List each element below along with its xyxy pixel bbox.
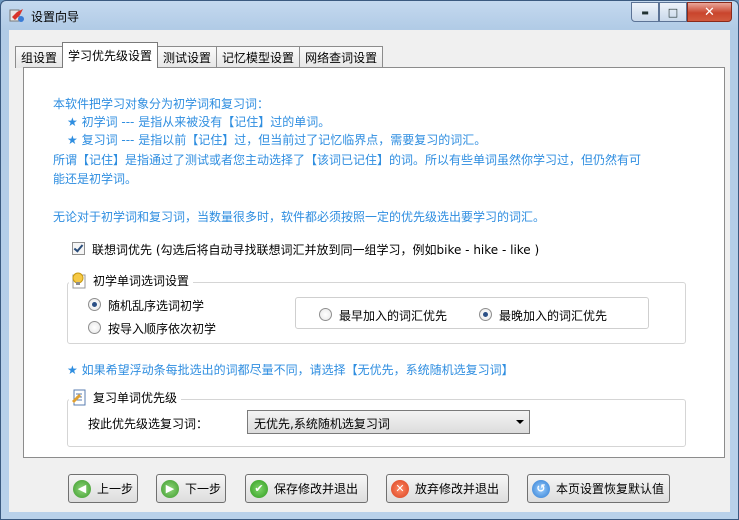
review-hint-text: ★ 如果希望浮动条每批选出的词都尽量不同，请选择【无优先，系统随机选复习词】 (67, 363, 514, 377)
tab-label: 网络查词设置 (305, 51, 378, 65)
intro-line: 能还是初学词。 (53, 172, 138, 186)
tab-memory-model[interactable]: 记忆模型设置 (216, 46, 301, 68)
tab-label: 测试设置 (163, 51, 212, 65)
discard-exit-button[interactable]: ✕ 放弃修改并退出 (386, 474, 509, 503)
new-word-group-header: 初学单词选词设置 (69, 272, 194, 289)
minimize-button[interactable]: ▬ (631, 2, 659, 22)
assoc-priority-label[interactable]: 联想词优先 (勾选后将自动寻找联想词汇并放到同一组学习，例如bike - hik… (92, 241, 539, 258)
review-priority-value: 无优先,系统随机选复习词 (254, 417, 390, 431)
review-word-group-header: 复习单词优先级 (69, 389, 182, 406)
tab-strip: 组设置 学习优先级设置 测试设置 记忆模型设置 网络查词设置 (15, 42, 384, 68)
intro-line: 无论对于初学词和复习词，当数量很多时，软件都必须按照一定的优先级选出要学习的词汇… (53, 210, 546, 224)
prev-button[interactable]: ◀ 上一步 (68, 474, 138, 503)
discard-exit-label: 放弃修改并退出 (415, 482, 500, 496)
maximize-button[interactable]: □ (659, 2, 687, 22)
random-order-radio[interactable] (88, 298, 101, 311)
review-word-group-title: 复习单词优先级 (93, 391, 178, 405)
reset-default-button[interactable]: ↺ 本页设置恢复默认值 (527, 474, 670, 503)
save-exit-label: 保存修改并退出 (274, 482, 359, 496)
check-icon: ✔ (250, 479, 268, 498)
earliest-added-label[interactable]: 最早加入的词汇优先 (339, 307, 447, 324)
import-order-label[interactable]: 按导入顺序依次初学 (108, 320, 216, 337)
random-order-label[interactable]: 随机乱序选词初学 (108, 297, 204, 314)
tab-label: 组设置 (21, 51, 58, 65)
maximize-icon: □ (667, 5, 679, 19)
title-bar[interactable]: 设置向导 ▬ □ ✕ (1, 1, 738, 31)
tab-test-settings[interactable]: 测试设置 (157, 46, 218, 68)
minimize-icon: ▬ (641, 7, 649, 17)
tab-network-lookup[interactable]: 网络查词设置 (299, 46, 384, 68)
arrow-left-icon: ◀ (73, 479, 91, 498)
earliest-added-radio[interactable] (319, 308, 332, 321)
review-priority-select[interactable]: 无优先,系统随机选复习词 (247, 410, 530, 434)
reset-default-label: 本页设置恢复默认值 (556, 482, 665, 496)
app-icon (9, 9, 24, 22)
settings-wizard-window: 设置向导 ▬ □ ✕ 组设置 学习优先级设置 测试设置 记忆模型设置 网络查词设… (0, 0, 739, 520)
arrow-right-icon: ▶ (161, 479, 179, 498)
next-button[interactable]: ▶ 下一步 (156, 474, 226, 503)
save-exit-button[interactable]: ✔ 保存修改并退出 (245, 474, 368, 503)
tab-learning-priority[interactable]: 学习优先级设置 (62, 42, 159, 68)
lightbulb-icon (72, 272, 86, 289)
checklist-icon (72, 389, 86, 406)
prev-button-label: 上一步 (97, 482, 134, 496)
latest-added-label[interactable]: 最晚加入的词汇优先 (499, 307, 607, 324)
intro-line: ★ 初学词 --- 是指从来被没有【记住】过的单词。 (67, 115, 331, 129)
tab-label: 记忆模型设置 (222, 51, 295, 65)
chevron-down-icon (516, 420, 524, 424)
tab-label: 学习优先级设置 (68, 49, 153, 63)
intro-line: ★ 复习词 --- 是指以前【记住】过，但当前过了记忆临界点，需要复习的词汇。 (67, 133, 487, 147)
review-priority-label: 按此优先级选复习词： (88, 417, 209, 431)
intro-line: 所谓【记住】是指通过了测试或者您主动选择了【该词已记住】的词。所以有些单词虽然你… (53, 153, 642, 167)
close-icon: ✕ (704, 4, 715, 20)
tab-group-settings[interactable]: 组设置 (15, 46, 64, 68)
window-title: 设置向导 (31, 10, 80, 24)
next-button-label: 下一步 (185, 482, 222, 496)
cancel-icon: ✕ (391, 479, 409, 498)
intro-line: 本软件把学习对象分为初学词和复习词： (53, 97, 270, 111)
new-word-group-title: 初学单词选词设置 (93, 274, 190, 288)
import-order-radio[interactable] (88, 321, 101, 334)
latest-added-radio[interactable] (479, 308, 492, 321)
assoc-priority-checkbox[interactable] (72, 242, 85, 255)
close-button[interactable]: ✕ (687, 2, 732, 22)
undo-icon: ↺ (532, 479, 550, 498)
